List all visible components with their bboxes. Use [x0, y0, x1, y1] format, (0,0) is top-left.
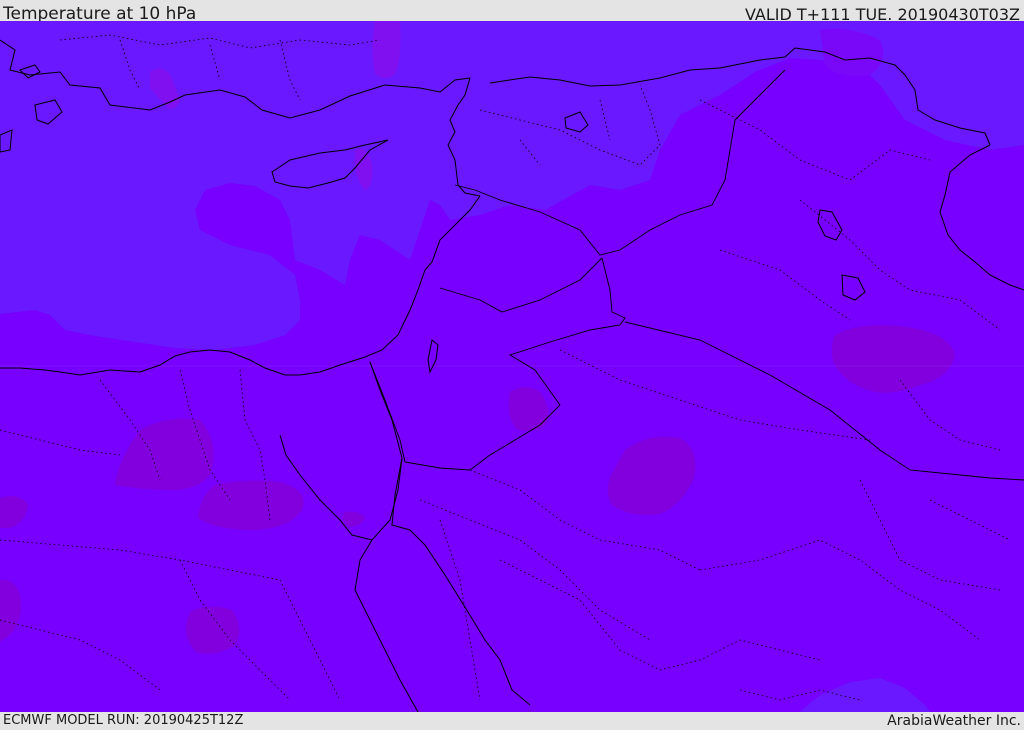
footer-bar: ECMWF MODEL RUN: 20190425T12Z ArabiaWeat…	[0, 712, 1024, 729]
credit-label: ArabiaWeather Inc.	[887, 713, 1021, 729]
magenta-patch-north	[372, 21, 401, 78]
header-bar: Temperature at 10 hPa VALID T+111 TUE. 2…	[0, 0, 1024, 24]
temperature-map[interactable]	[0, 21, 1024, 712]
map-canvas	[0, 21, 1024, 712]
warm-blob-sudan	[186, 606, 240, 654]
model-run-label: ECMWF MODEL RUN: 20190425T12Z	[3, 713, 244, 728]
